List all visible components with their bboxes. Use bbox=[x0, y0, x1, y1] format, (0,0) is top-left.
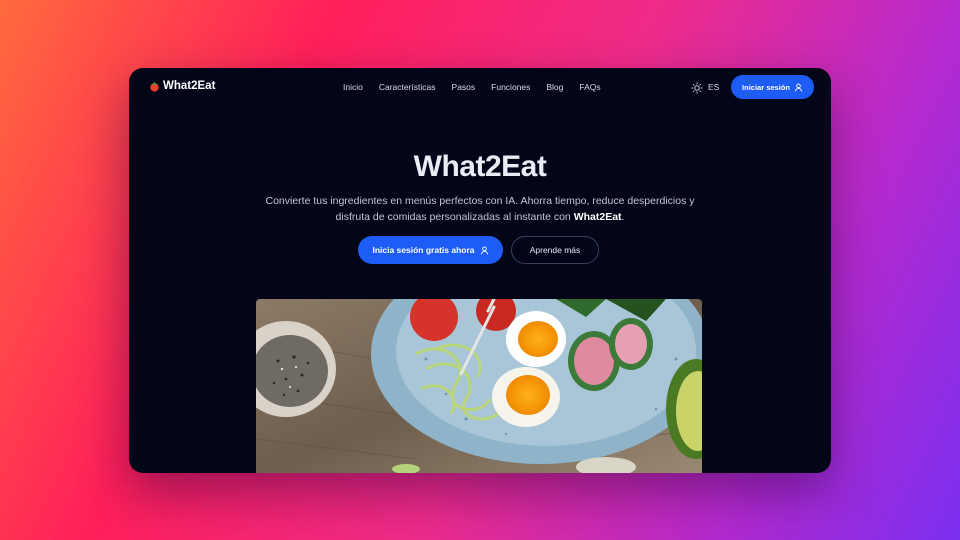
hero-subtitle-brand: What2Eat bbox=[573, 211, 622, 223]
nav-link-funciones[interactable]: Funciones bbox=[491, 82, 530, 92]
sun-icon[interactable] bbox=[691, 82, 703, 94]
brand-logo[interactable]: What2Eat bbox=[149, 80, 215, 92]
hero-subtitle-text: Convierte tus ingredientes en menús perf… bbox=[265, 195, 695, 223]
start-free-button-label: Inicia sesión gratis ahora bbox=[372, 245, 475, 255]
nav-link-blog[interactable]: Blog bbox=[546, 82, 563, 92]
tomato-icon bbox=[150, 81, 159, 92]
learn-more-button[interactable]: Aprende más bbox=[511, 236, 599, 264]
nav-link-caracteristicas[interactable]: Características bbox=[379, 82, 436, 92]
user-icon bbox=[480, 246, 488, 254]
nav-link-faqs[interactable]: FAQs bbox=[579, 82, 600, 92]
nav-links: Inicio Características Pasos Funciones B… bbox=[343, 82, 601, 92]
login-button[interactable]: Iniciar sesión bbox=[731, 75, 814, 99]
hero-food-image bbox=[256, 299, 702, 473]
hero-title: What2Eat bbox=[413, 150, 547, 183]
salad-bowl-photo bbox=[256, 299, 702, 473]
language-selector[interactable]: ES bbox=[708, 82, 719, 92]
learn-more-button-label: Aprende más bbox=[529, 245, 581, 255]
start-free-button[interactable]: Inicia sesión gratis ahora bbox=[358, 236, 503, 264]
user-icon bbox=[794, 83, 802, 91]
hero-subtitle: Convierte tus ingredientes en menús perf… bbox=[249, 193, 711, 225]
login-button-label: Iniciar sesión bbox=[742, 82, 790, 92]
browser-window: What2Eat Inicio Características Pasos Fu… bbox=[129, 68, 831, 473]
nav-link-inicio[interactable]: Inicio bbox=[343, 82, 363, 92]
hero-subtitle-end: . bbox=[621, 211, 625, 223]
top-navigation: What2Eat Inicio Características Pasos Fu… bbox=[129, 68, 831, 106]
brand-name: What2Eat bbox=[163, 80, 216, 92]
nav-link-pasos[interactable]: Pasos bbox=[452, 82, 476, 92]
